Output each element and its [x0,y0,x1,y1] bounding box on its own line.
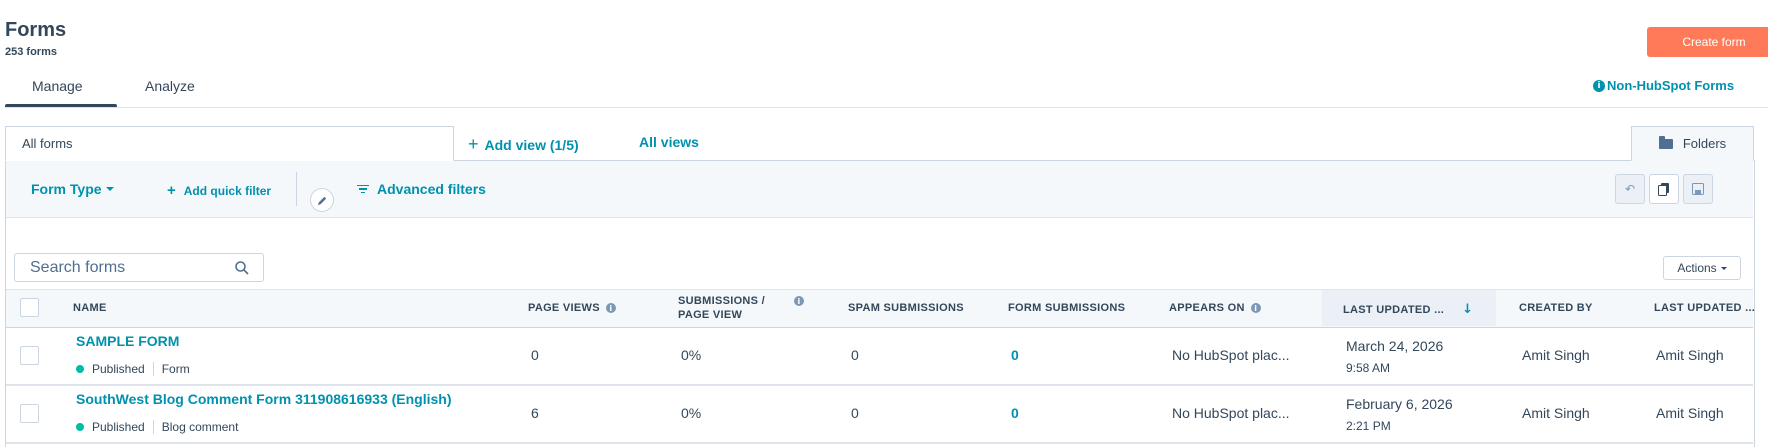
plus-icon: + [167,182,176,199]
row-divider [6,442,1753,444]
last-updated-by-value: Amit Singh [1656,347,1724,363]
column-header-submissions-page-view[interactable]: SUBMISSIONS / PAGE VIEW i [678,294,804,322]
page-views-value: 6 [531,405,539,421]
view-tab-label: All forms [22,136,73,151]
folders-label: Folders [1682,136,1727,151]
tab-manage[interactable]: Manage [32,78,83,94]
row-divider [6,384,1753,386]
clone-view-button[interactable] [1649,174,1679,204]
tab-analyze[interactable]: Analyze [145,78,195,94]
published-status-dot [76,365,84,373]
search-input[interactable] [30,258,220,277]
appears-on-value: No HubSpot plac... [1172,405,1290,421]
info-icon: i [1593,79,1605,92]
page-views-label: PAGE VIEWS [528,302,600,314]
form-status-meta: Published Form [76,362,190,376]
page-title: Forms [5,19,67,41]
column-header-form-submissions[interactable]: FORM SUBMISSIONS [1008,302,1125,314]
last-updated-label: LAST UPDATED ... [1343,303,1445,316]
copy-icon [1658,182,1669,196]
search-box [14,253,264,282]
add-view-button[interactable]: + Add view (1/5) [468,134,579,155]
status-label: Published [92,362,145,376]
appears-on-value: No HubSpot plac... [1172,347,1290,363]
add-quick-filter-label: Add quick filter [183,183,272,198]
form-name-link[interactable]: SouthWest Blog Comment Form 311908616933… [76,391,452,407]
submissions-page-view-value: 0% [681,347,702,363]
select-all-checkbox[interactable] [20,298,39,317]
tabs-divider [5,107,1768,108]
last-updated-date: February 6, 2026 [1346,396,1453,412]
filter-lines-icon [357,184,369,194]
sort-descending-icon: ↓ [1462,302,1474,317]
submissions-page-view-label: SUBMISSIONS / PAGE VIEW [678,295,766,321]
search-icon [235,260,249,275]
meta-separator [152,420,154,434]
actions-dropdown[interactable]: Actions [1663,256,1741,280]
create-form-button[interactable]: Create form [1647,27,1768,57]
add-quick-filter-button[interactable]: + Add quick filter [167,182,271,199]
advanced-filters-button[interactable]: Advanced filters [357,181,486,197]
page-views-value: 0 [531,347,539,363]
add-view-label: Add view (1/5) [484,136,579,153]
column-header-page-views[interactable]: PAGE VIEWS i [528,302,616,314]
form-name-link[interactable]: SAMPLE FORM [76,333,179,349]
form-count: 253 forms [5,46,57,58]
save-view-button[interactable] [1683,174,1713,204]
column-header-spam-submissions[interactable]: SPAM SUBMISSIONS [848,302,964,314]
form-type-filter[interactable]: Form Type [31,181,114,197]
edit-filters-button[interactable] [310,188,334,212]
info-icon: i [605,303,616,313]
spam-submissions-value: 0 [851,347,859,363]
last-updated-time: 9:58 AM [1346,361,1391,375]
non-hubspot-forms-label: Non-HubSpot Forms [1607,78,1735,93]
published-status-dot [76,423,84,431]
form-type-label: Blog comment [161,420,239,434]
actions-label: Actions [1677,261,1717,275]
save-icon [1692,183,1704,195]
undo-icon: ↶ [1624,182,1636,196]
meta-separator [152,362,154,376]
row-checkbox[interactable] [20,346,39,365]
info-icon: i [794,296,804,306]
column-header-last-updated[interactable]: LAST UPDATED ... ↓ [1343,302,1473,317]
status-label: Published [92,420,145,434]
info-icon: i [1250,303,1261,313]
submissions-page-view-value: 0% [681,405,702,421]
pencil-icon [317,196,326,205]
all-views-link[interactable]: All views [639,134,699,150]
filter-divider [296,172,297,206]
caret-down-icon [1720,266,1727,270]
view-tab-all-forms[interactable]: All forms [5,126,454,161]
appears-on-label: APPEARS ON [1169,302,1245,314]
undo-button[interactable]: ↶ [1615,174,1645,204]
form-submissions-link[interactable]: 0 [1011,405,1019,421]
folders-button[interactable]: Folders [1631,126,1754,161]
column-header-created-by[interactable]: CREATED BY [1519,302,1593,314]
column-header-name[interactable]: NAME [73,302,107,314]
spam-submissions-value: 0 [851,405,859,421]
column-header-last-updated-by[interactable]: LAST UPDATED ... [1654,302,1755,314]
plus-icon: + [468,134,479,154]
last-updated-time: 2:21 PM [1346,419,1391,433]
last-updated-date: March 24, 2026 [1346,338,1444,354]
row-checkbox[interactable] [20,404,39,423]
last-updated-by-value: Amit Singh [1656,405,1724,421]
folder-icon [1658,135,1673,149]
caret-down-icon [105,187,114,191]
form-submissions-link[interactable]: 0 [1011,347,1019,363]
advanced-filters-label: Advanced filters [377,181,486,197]
form-type-label: Form [161,362,190,376]
form-status-meta: Published Blog comment [76,420,238,434]
non-hubspot-forms-link[interactable]: i Non-HubSpot Forms [1593,78,1734,93]
created-by-value: Amit Singh [1522,405,1590,421]
column-header-appears-on[interactable]: APPEARS ON i [1169,302,1261,314]
form-type-label: Form Type [31,181,102,197]
created-by-value: Amit Singh [1522,347,1590,363]
